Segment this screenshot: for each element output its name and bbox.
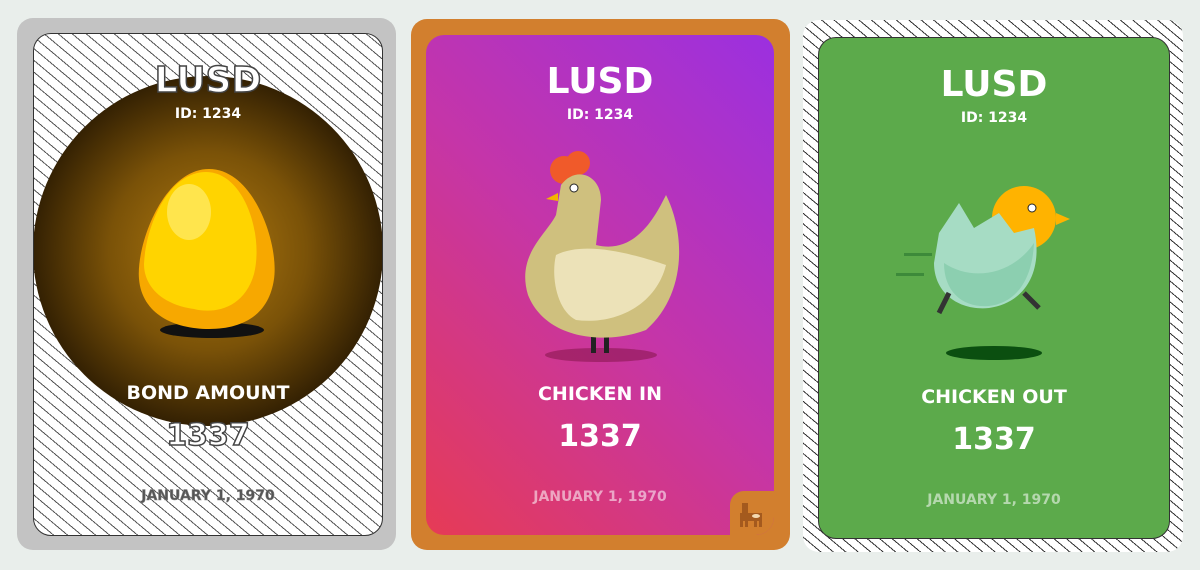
chicken-out-card[interactable]: LUSD ID: 1234 CHICKEN OUT 1337 JANUARY 1… (803, 20, 1183, 552)
card-label: CHICKEN OUT (921, 386, 1067, 408)
golden-egg-icon (138, 169, 275, 338)
card-title: LUSD (154, 59, 262, 102)
card-id: ID: 1234 (960, 110, 1028, 126)
llama-icon (740, 503, 762, 527)
chicken-in-card-face: LUSD ID: 1234 CHICKEN IN 1337 JANUARY 1,… (426, 35, 774, 535)
bond-card-face: LUSD ID: 1234 BOND AMOUNT 1337 JANUARY 1… (33, 33, 383, 536)
card-date: JANUARY 1, 1970 (927, 492, 1061, 508)
card-id: ID: 1234 (174, 106, 242, 122)
llama-badge (730, 491, 774, 535)
chick-in-eggshell-icon (896, 186, 1070, 360)
card-label: BOND AMOUNT (126, 382, 290, 404)
chicken-in-card[interactable]: LUSD ID: 1234 CHICKEN IN 1337 JANUARY 1,… (411, 19, 790, 550)
card-id: ID: 1234 (566, 107, 634, 123)
card-title: LUSD (940, 64, 1048, 105)
card-label: CHICKEN IN (537, 383, 663, 405)
card-amount: 1337 (558, 419, 642, 454)
card-amount: 1337 (952, 422, 1036, 457)
card-date: JANUARY 1, 1970 (141, 488, 275, 505)
card-amount: 1337 (166, 417, 251, 454)
bond-card[interactable]: LUSD ID: 1234 BOND AMOUNT 1337 JANUARY 1… (17, 18, 396, 550)
card-date: JANUARY 1, 1970 (533, 489, 667, 505)
chicken-icon (525, 151, 680, 362)
chicken-out-card-face: LUSD ID: 1234 CHICKEN OUT 1337 JANUARY 1… (818, 37, 1170, 539)
card-title: LUSD (546, 61, 654, 102)
